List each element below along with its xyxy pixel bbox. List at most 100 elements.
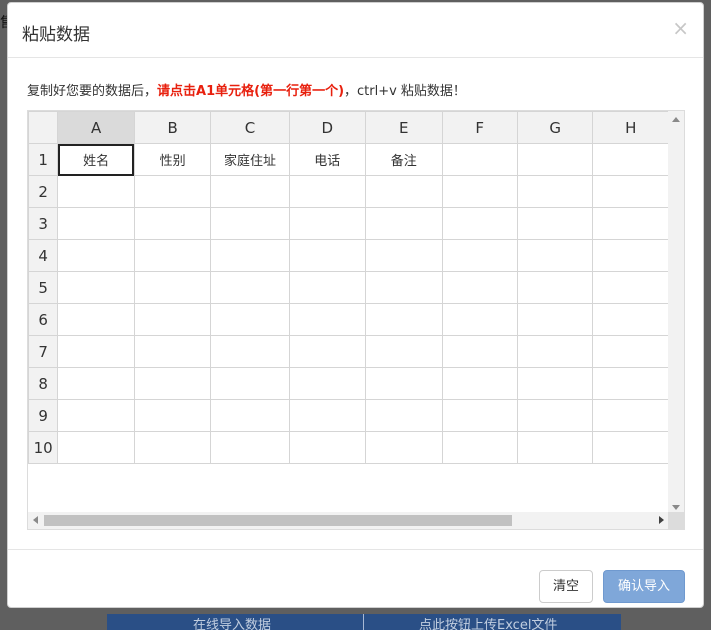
- cell-h5[interactable]: [592, 271, 669, 304]
- cell-a3[interactable]: [57, 207, 135, 240]
- cell-b5[interactable]: [133, 271, 212, 304]
- cell-e4[interactable]: [365, 239, 443, 272]
- cell-d5[interactable]: [288, 271, 367, 304]
- cell-g8[interactable]: [516, 367, 594, 400]
- column-header-g[interactable]: G: [516, 111, 594, 144]
- cell-f3[interactable]: [441, 207, 518, 240]
- cell-d2[interactable]: [288, 175, 367, 208]
- cell-f1[interactable]: [441, 143, 518, 176]
- cell-b6[interactable]: [133, 303, 212, 336]
- cell-f2[interactable]: [441, 175, 518, 208]
- row-header-7[interactable]: 7: [28, 335, 59, 368]
- cell-f8[interactable]: [441, 367, 518, 400]
- cell-a7[interactable]: [57, 335, 135, 368]
- column-header-a[interactable]: A: [57, 111, 135, 144]
- row-header-2[interactable]: 2: [28, 175, 59, 208]
- horizontal-scroll-thumb[interactable]: [44, 515, 512, 526]
- cell-g2[interactable]: [516, 175, 594, 208]
- cell-a4[interactable]: [57, 239, 135, 272]
- cell-d4[interactable]: [288, 239, 367, 272]
- cell-d10[interactable]: [288, 431, 367, 464]
- cell-d3[interactable]: [288, 207, 367, 240]
- cell-b8[interactable]: [133, 367, 212, 400]
- cell-h6[interactable]: [592, 303, 669, 336]
- cell-g5[interactable]: [516, 271, 594, 304]
- column-header-d[interactable]: D: [288, 111, 367, 144]
- close-icon[interactable]: ×: [672, 16, 689, 40]
- cell-c4[interactable]: [210, 239, 290, 272]
- column-header-b[interactable]: B: [133, 111, 212, 144]
- select-all-corner[interactable]: [28, 111, 59, 144]
- cell-e6[interactable]: [365, 303, 443, 336]
- cell-a1[interactable]: 姓名: [57, 143, 135, 176]
- cell-f10[interactable]: [441, 431, 518, 464]
- cell-f5[interactable]: [441, 271, 518, 304]
- spreadsheet-viewport[interactable]: ABCDEFGH 1 姓名 性别 家庭住址 电话 备注 2 3 4 5 6 7 8 9 10: [28, 111, 669, 514]
- cell-c8[interactable]: [210, 367, 290, 400]
- row-header-6[interactable]: 6: [28, 303, 59, 336]
- cell-h2[interactable]: [592, 175, 669, 208]
- cell-c7[interactable]: [210, 335, 290, 368]
- cell-g3[interactable]: [516, 207, 594, 240]
- cell-c5[interactable]: [210, 271, 290, 304]
- cell-b1[interactable]: 性别: [133, 143, 212, 176]
- cell-a5[interactable]: [57, 271, 135, 304]
- cell-a10[interactable]: [57, 431, 135, 464]
- cell-g6[interactable]: [516, 303, 594, 336]
- cell-b3[interactable]: [133, 207, 212, 240]
- cell-h10[interactable]: [592, 431, 669, 464]
- cell-c10[interactable]: [210, 431, 290, 464]
- row-header-9[interactable]: 9: [28, 399, 59, 432]
- cell-a9[interactable]: [57, 399, 135, 432]
- vertical-scrollbar[interactable]: [668, 111, 684, 514]
- row-header-5[interactable]: 5: [28, 271, 59, 304]
- cell-a8[interactable]: [57, 367, 135, 400]
- scroll-right-arrow-icon[interactable]: [659, 516, 664, 524]
- cell-h3[interactable]: [592, 207, 669, 240]
- cell-e5[interactable]: [365, 271, 443, 304]
- scroll-left-arrow-icon[interactable]: [33, 516, 38, 524]
- cell-h1[interactable]: [592, 143, 669, 176]
- cell-c9[interactable]: [210, 399, 290, 432]
- cell-d6[interactable]: [288, 303, 367, 336]
- confirm-import-button[interactable]: 确认导入: [603, 570, 685, 603]
- scroll-down-arrow-icon[interactable]: [672, 505, 680, 510]
- cell-d9[interactable]: [288, 399, 367, 432]
- cell-g7[interactable]: [516, 335, 594, 368]
- cell-e3[interactable]: [365, 207, 443, 240]
- column-header-c[interactable]: C: [210, 111, 290, 144]
- cell-e10[interactable]: [365, 431, 443, 464]
- row-header-1[interactable]: 1: [28, 143, 59, 176]
- clear-button[interactable]: 清空: [539, 570, 593, 603]
- cell-e1[interactable]: 备注: [365, 143, 443, 176]
- row-header-8[interactable]: 8: [28, 367, 59, 400]
- column-header-e[interactable]: E: [365, 111, 443, 144]
- cell-c1[interactable]: 家庭住址: [210, 143, 290, 176]
- cell-c6[interactable]: [210, 303, 290, 336]
- cell-d8[interactable]: [288, 367, 367, 400]
- cell-h4[interactable]: [592, 239, 669, 272]
- cell-g10[interactable]: [516, 431, 594, 464]
- cell-f6[interactable]: [441, 303, 518, 336]
- cell-b9[interactable]: [133, 399, 212, 432]
- row-header-3[interactable]: 3: [28, 207, 59, 240]
- cell-a6[interactable]: [57, 303, 135, 336]
- cell-c2[interactable]: [210, 175, 290, 208]
- cell-f7[interactable]: [441, 335, 518, 368]
- horizontal-scrollbar[interactable]: [28, 512, 669, 529]
- column-header-h[interactable]: H: [592, 111, 669, 144]
- cell-h8[interactable]: [592, 367, 669, 400]
- scroll-up-arrow-icon[interactable]: [672, 117, 680, 122]
- cell-e8[interactable]: [365, 367, 443, 400]
- cell-b2[interactable]: [133, 175, 212, 208]
- cell-d1[interactable]: 电话: [288, 143, 367, 176]
- cell-g9[interactable]: [516, 399, 594, 432]
- cell-b7[interactable]: [133, 335, 212, 368]
- column-header-f[interactable]: F: [441, 111, 518, 144]
- cell-b4[interactable]: [133, 239, 212, 272]
- cell-g4[interactable]: [516, 239, 594, 272]
- cell-e9[interactable]: [365, 399, 443, 432]
- cell-f9[interactable]: [441, 399, 518, 432]
- cell-f4[interactable]: [441, 239, 518, 272]
- row-header-4[interactable]: 4: [28, 239, 59, 272]
